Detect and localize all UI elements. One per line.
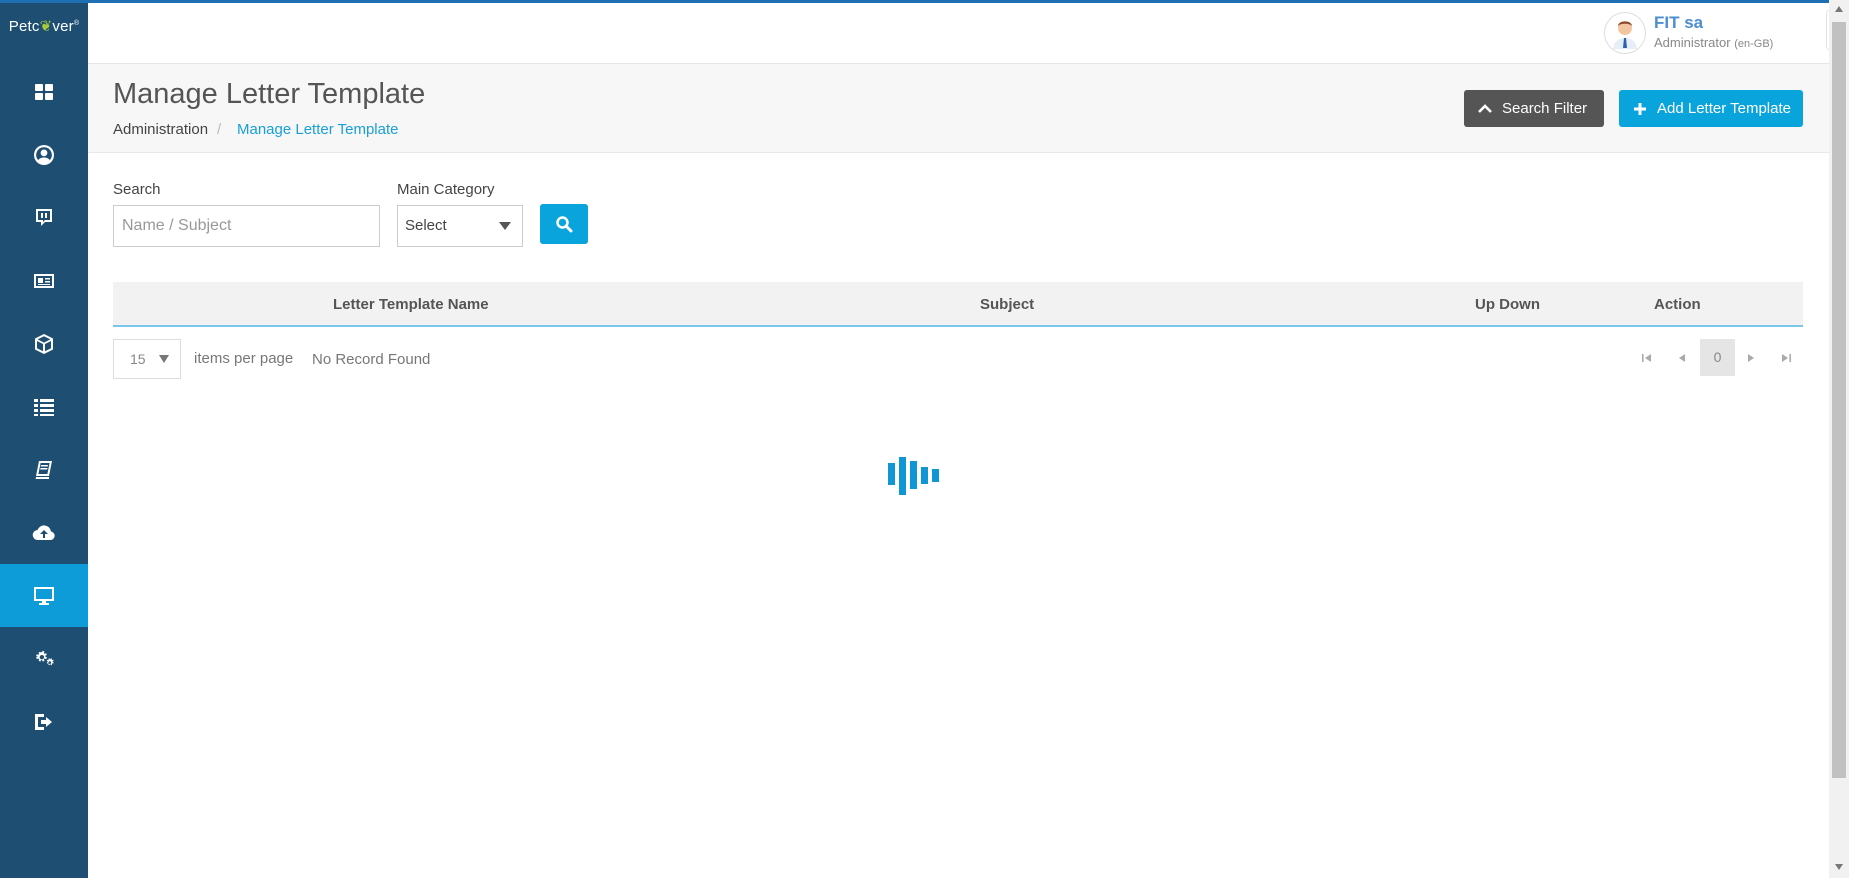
first-page-icon	[1642, 354, 1651, 362]
search-label: Search	[113, 181, 161, 198]
search-filter-button[interactable]: Search Filter	[1464, 90, 1604, 127]
items-per-page-value: 15	[130, 351, 146, 367]
breadcrumb-separator: /	[217, 121, 222, 138]
book-icon	[35, 460, 52, 479]
search-button[interactable]	[540, 204, 588, 244]
list-icon	[34, 398, 54, 416]
sidebar-item-documents[interactable]	[0, 438, 88, 501]
scroll-up-arrow-icon[interactable]	[1835, 6, 1843, 12]
user-circle-icon	[34, 144, 54, 165]
plus-icon	[1634, 102, 1646, 115]
logo-text-start: Petc	[8, 18, 40, 35]
loading-spinner	[888, 457, 942, 497]
user-role-text: Administrator	[1654, 35, 1731, 50]
page-header: Manage Letter Template Administration / …	[88, 64, 1829, 153]
next-page-icon	[1748, 354, 1754, 362]
main-category-value: Select	[405, 217, 447, 234]
chat-icon	[36, 208, 52, 226]
sidebar-item-products[interactable]	[0, 312, 88, 375]
id-card-icon	[34, 273, 54, 288]
sidebar-item-display[interactable]	[0, 564, 88, 627]
sidebar-item-upload[interactable]	[0, 501, 88, 564]
paw-icon: ❦	[39, 18, 53, 35]
sidebar-item-messages[interactable]	[0, 186, 88, 249]
items-per-page-label: items per page	[194, 350, 294, 367]
loader-bar	[910, 461, 917, 489]
loader-bar	[888, 463, 895, 485]
sign-out-icon	[35, 713, 52, 730]
items-per-page-select[interactable]: 15	[113, 339, 181, 379]
app-logo[interactable]: Petc❦ver®	[0, 17, 88, 35]
sidebar-item-settings[interactable]	[0, 627, 88, 690]
breadcrumb-current[interactable]: Manage Letter Template	[237, 121, 399, 138]
user-avatar[interactable]	[1604, 12, 1646, 54]
monitor-icon	[34, 586, 54, 605]
loader-bar	[932, 469, 939, 482]
column-header-subject[interactable]: Subject	[980, 296, 1034, 313]
next-page-button[interactable]	[1741, 348, 1761, 368]
chevron-up-icon	[1478, 103, 1492, 113]
sidebar: Petc❦ver®	[0, 3, 88, 878]
first-page-button[interactable]	[1637, 348, 1657, 368]
column-header-action: Action	[1654, 296, 1701, 313]
top-header: FIT sa Administrator (en-GB) EN	[88, 3, 1849, 64]
dashboard-grid-icon	[35, 83, 53, 100]
caret-down-icon	[159, 355, 169, 363]
loader-bar	[921, 467, 928, 484]
logo-trademark: ®	[73, 20, 80, 27]
column-header-up-down: Up Down	[1475, 296, 1540, 313]
last-page-button[interactable]	[1776, 348, 1796, 368]
gears-icon	[36, 650, 54, 665]
last-page-icon	[1782, 354, 1791, 362]
sidebar-item-list[interactable]	[0, 375, 88, 438]
user-role: Administrator (en-GB)	[1654, 35, 1773, 50]
add-letter-template-button[interactable]: Add Letter Template	[1619, 90, 1803, 127]
user-name[interactable]: FIT sa	[1654, 13, 1703, 33]
column-header-letter-template-name[interactable]: Letter Template Name	[333, 296, 489, 313]
add-letter-template-label: Add Letter Template	[1657, 100, 1791, 117]
sidebar-item-logout[interactable]	[0, 690, 88, 753]
avatar-icon	[1613, 21, 1637, 49]
breadcrumb-administration[interactable]: Administration	[113, 121, 208, 138]
user-locale: (en-GB)	[1734, 38, 1774, 50]
previous-page-button[interactable]	[1672, 348, 1692, 368]
current-page[interactable]: 0	[1700, 339, 1735, 376]
sidebar-item-users[interactable]	[0, 123, 88, 186]
main-category-select[interactable]: Select	[397, 205, 523, 247]
main-category-label: Main Category	[397, 181, 495, 198]
search-filter-label: Search Filter	[1502, 100, 1588, 117]
page-scrollbar[interactable]	[1829, 0, 1849, 878]
search-input[interactable]	[113, 205, 380, 247]
previous-page-icon	[1679, 354, 1685, 362]
empty-message: No Record Found	[312, 351, 431, 368]
sidebar-item-id-card[interactable]	[0, 249, 88, 312]
cloud-upload-icon	[32, 524, 55, 540]
caret-down-icon	[499, 222, 511, 230]
scrollbar-thumb[interactable]	[1832, 22, 1846, 778]
table-header: Letter Template Name Subject Up Down Act…	[113, 282, 1803, 327]
logo-text-end: ver	[52, 18, 74, 35]
sidebar-item-dashboard[interactable]	[0, 60, 88, 123]
cube-icon	[35, 333, 53, 354]
scroll-down-arrow-icon[interactable]	[1835, 864, 1843, 870]
search-icon	[556, 216, 573, 233]
page-title: Manage Letter Template	[113, 78, 426, 110]
loader-bar	[899, 457, 906, 495]
